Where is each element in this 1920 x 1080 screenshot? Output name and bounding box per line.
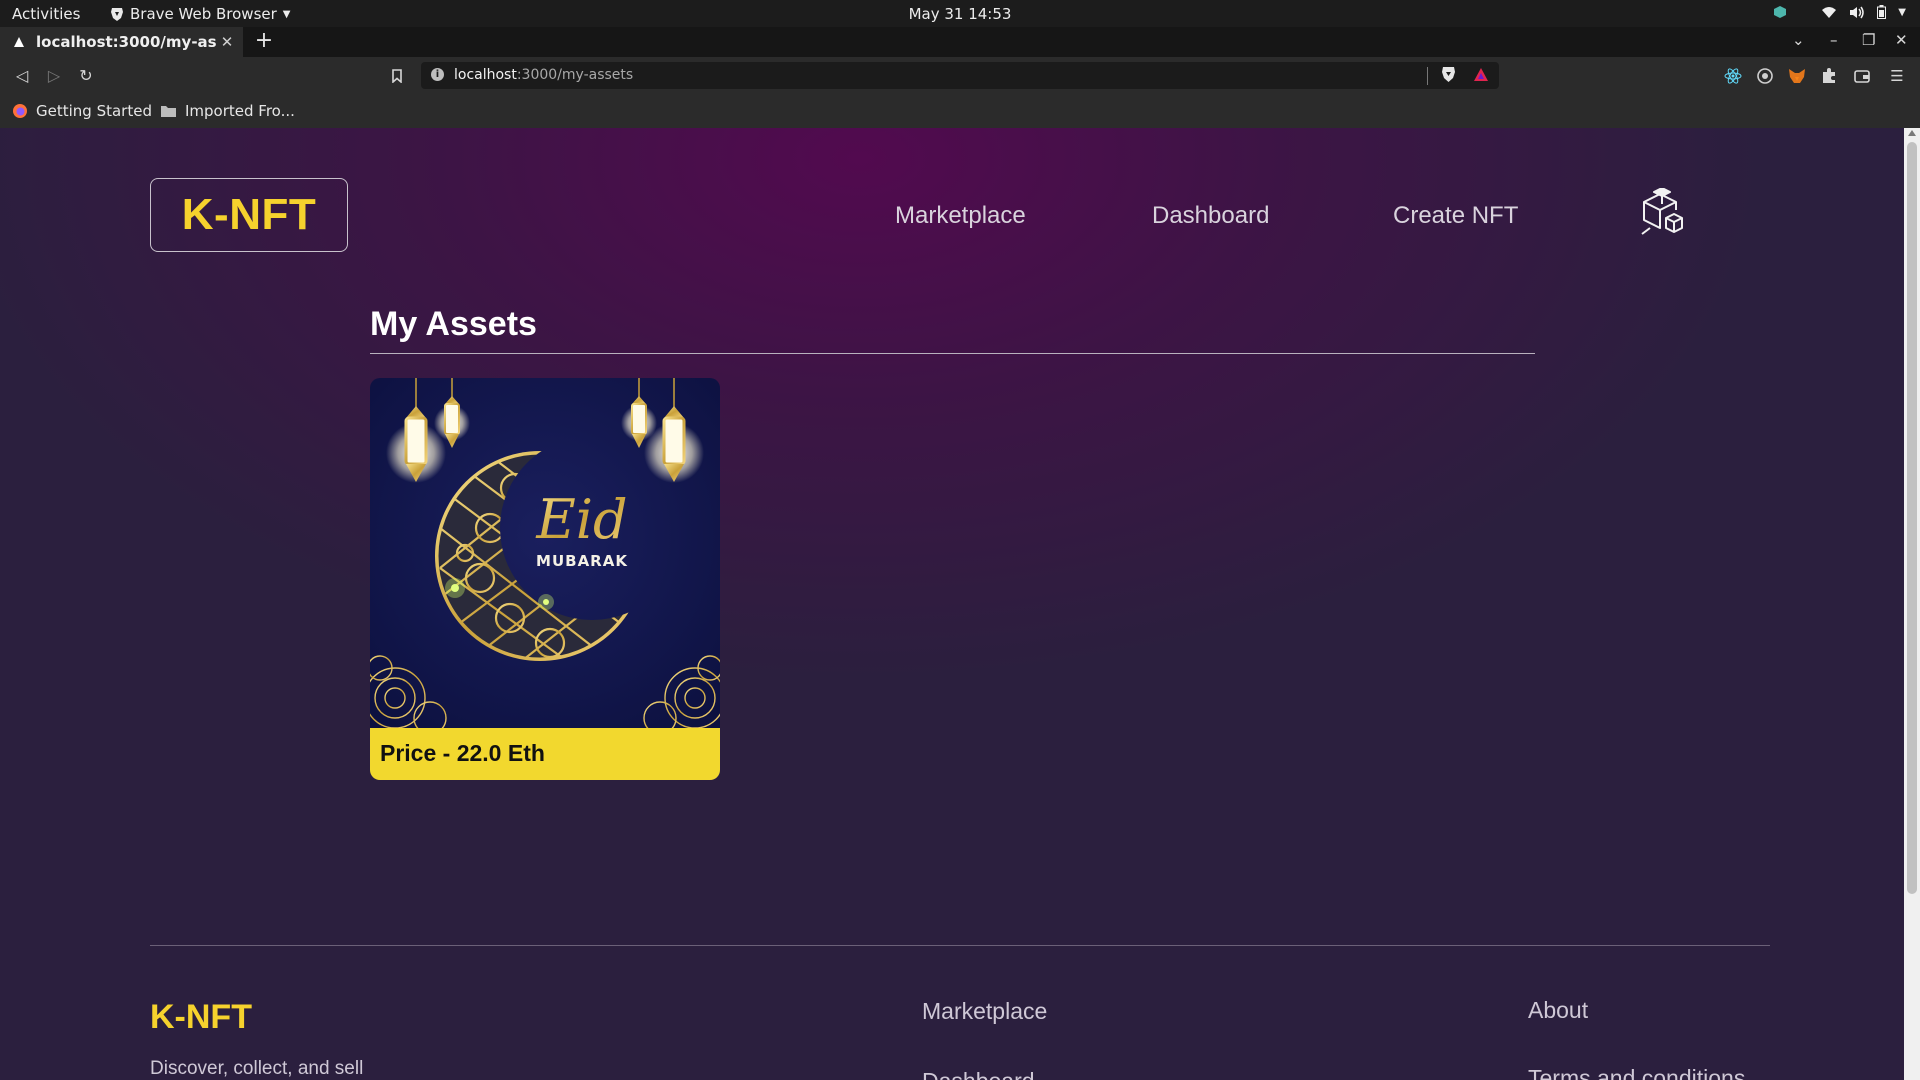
nft-image-script-text: Eid	[535, 488, 627, 551]
bookmark-label: Getting Started	[36, 102, 152, 120]
scroll-up-arrow-icon[interactable]	[1908, 130, 1916, 136]
nav-create-nft[interactable]: Create NFT	[1393, 202, 1518, 230]
browser-toolbar: ◁ ▷ ↻ i localhost:3000/my-assets ☰	[0, 57, 1920, 94]
tab-strip: localhost:3000/my-assets ✕ + ⌄ – ❐ ✕	[0, 27, 1920, 57]
bookmark-imported-folder[interactable]: Imported Fro...	[160, 102, 295, 120]
folder-icon	[161, 106, 176, 117]
volume-icon	[1850, 6, 1865, 18]
bat-rewards-icon[interactable]	[1473, 67, 1489, 82]
site-logo-text: K-NFT	[181, 190, 317, 239]
battery-icon	[1877, 5, 1887, 19]
tab-search-chevron-icon[interactable]: ⌄	[1792, 31, 1805, 49]
footer-logo[interactable]: K-NFT	[150, 998, 252, 1037]
close-tab-icon[interactable]: ✕	[217, 33, 237, 51]
chevron-down-icon: ▼	[282, 8, 291, 20]
system-tray[interactable]: ▼	[1773, 5, 1906, 19]
minimize-icon[interactable]: –	[1830, 31, 1838, 49]
app-menu[interactable]: Brave Web Browser ▼	[110, 5, 290, 23]
page-scrollbar[interactable]	[1904, 128, 1920, 1080]
firefox-icon	[13, 104, 27, 118]
brave-shield-icon[interactable]	[1441, 66, 1456, 83]
wallet-icon[interactable]	[1853, 67, 1871, 85]
wallet-cubes-icon[interactable]	[1638, 188, 1684, 236]
menu-icon[interactable]: ☰	[1887, 66, 1907, 86]
nft-image-caps-text: MUBARAK	[536, 552, 628, 570]
title-divider	[370, 353, 1535, 354]
clock[interactable]: May 31 14:53	[909, 5, 1012, 23]
nav-marketplace[interactable]: Marketplace	[895, 202, 1026, 230]
footer-divider	[150, 945, 1770, 946]
bookmark-getting-started[interactable]: Getting Started	[12, 102, 152, 120]
footer-link-marketplace[interactable]: Marketplace	[922, 998, 1047, 1025]
bookmarks-bar: Getting Started Imported Fro...	[0, 94, 1920, 128]
bookmark-icon[interactable]	[387, 66, 407, 86]
scrollbar-thumb[interactable]	[1907, 142, 1917, 894]
footer-link-terms[interactable]: Terms and conditions	[1528, 1065, 1745, 1080]
address-bar[interactable]: i localhost:3000/my-assets	[421, 62, 1499, 89]
cube-app-icon	[1774, 6, 1787, 18]
metamask-fox-icon[interactable]	[1788, 67, 1806, 85]
forward-icon[interactable]: ▷	[44, 66, 64, 86]
footer-description: Discover, collect, and sell	[150, 1058, 364, 1079]
page-viewport: K-NFT Marketplace Dashboard Create NFT M…	[0, 128, 1904, 1080]
react-devtools-icon[interactable]	[1724, 67, 1742, 85]
extension-ring-icon[interactable]	[1756, 67, 1774, 85]
url-text[interactable]: localhost:3000/my-assets	[454, 67, 633, 83]
info-icon[interactable]: i	[431, 68, 444, 81]
tab-active[interactable]: localhost:3000/my-assets ✕	[0, 27, 243, 57]
bookmark-label: Imported Fro...	[185, 102, 295, 120]
system-top-bar: Activities Brave Web Browser ▼ May 31 14…	[0, 0, 1920, 27]
back-icon[interactable]: ◁	[12, 66, 32, 86]
page-title: My Assets	[370, 305, 537, 343]
chevron-down-icon: ▼	[1898, 6, 1906, 18]
nft-price: Price - 22.0 Eth	[370, 728, 720, 780]
footer-link-about[interactable]: About	[1528, 997, 1588, 1024]
url-divider	[1427, 67, 1428, 85]
new-tab-button[interactable]: +	[252, 30, 276, 54]
nft-card[interactable]: Eid MUBARAK Price - 22.0 Eth	[370, 378, 720, 780]
nft-image: Eid MUBARAK	[370, 378, 720, 728]
close-window-icon[interactable]: ✕	[1895, 31, 1908, 49]
app-menu-label: Brave Web Browser	[130, 5, 277, 23]
site-favicon-icon	[12, 35, 26, 49]
footer-link-dashboard[interactable]: Dashboard	[922, 1068, 1035, 1080]
activities-button[interactable]: Activities	[12, 5, 80, 23]
wifi-icon	[1822, 6, 1837, 18]
site-logo[interactable]: K-NFT	[150, 178, 348, 252]
extensions-puzzle-icon[interactable]	[1820, 67, 1838, 85]
nav-dashboard[interactable]: Dashboard	[1152, 202, 1269, 230]
brave-logo-icon	[111, 7, 123, 21]
reload-icon[interactable]: ↻	[76, 66, 96, 86]
restore-icon[interactable]: ❐	[1862, 31, 1875, 49]
tab-title: localhost:3000/my-assets	[36, 33, 217, 51]
